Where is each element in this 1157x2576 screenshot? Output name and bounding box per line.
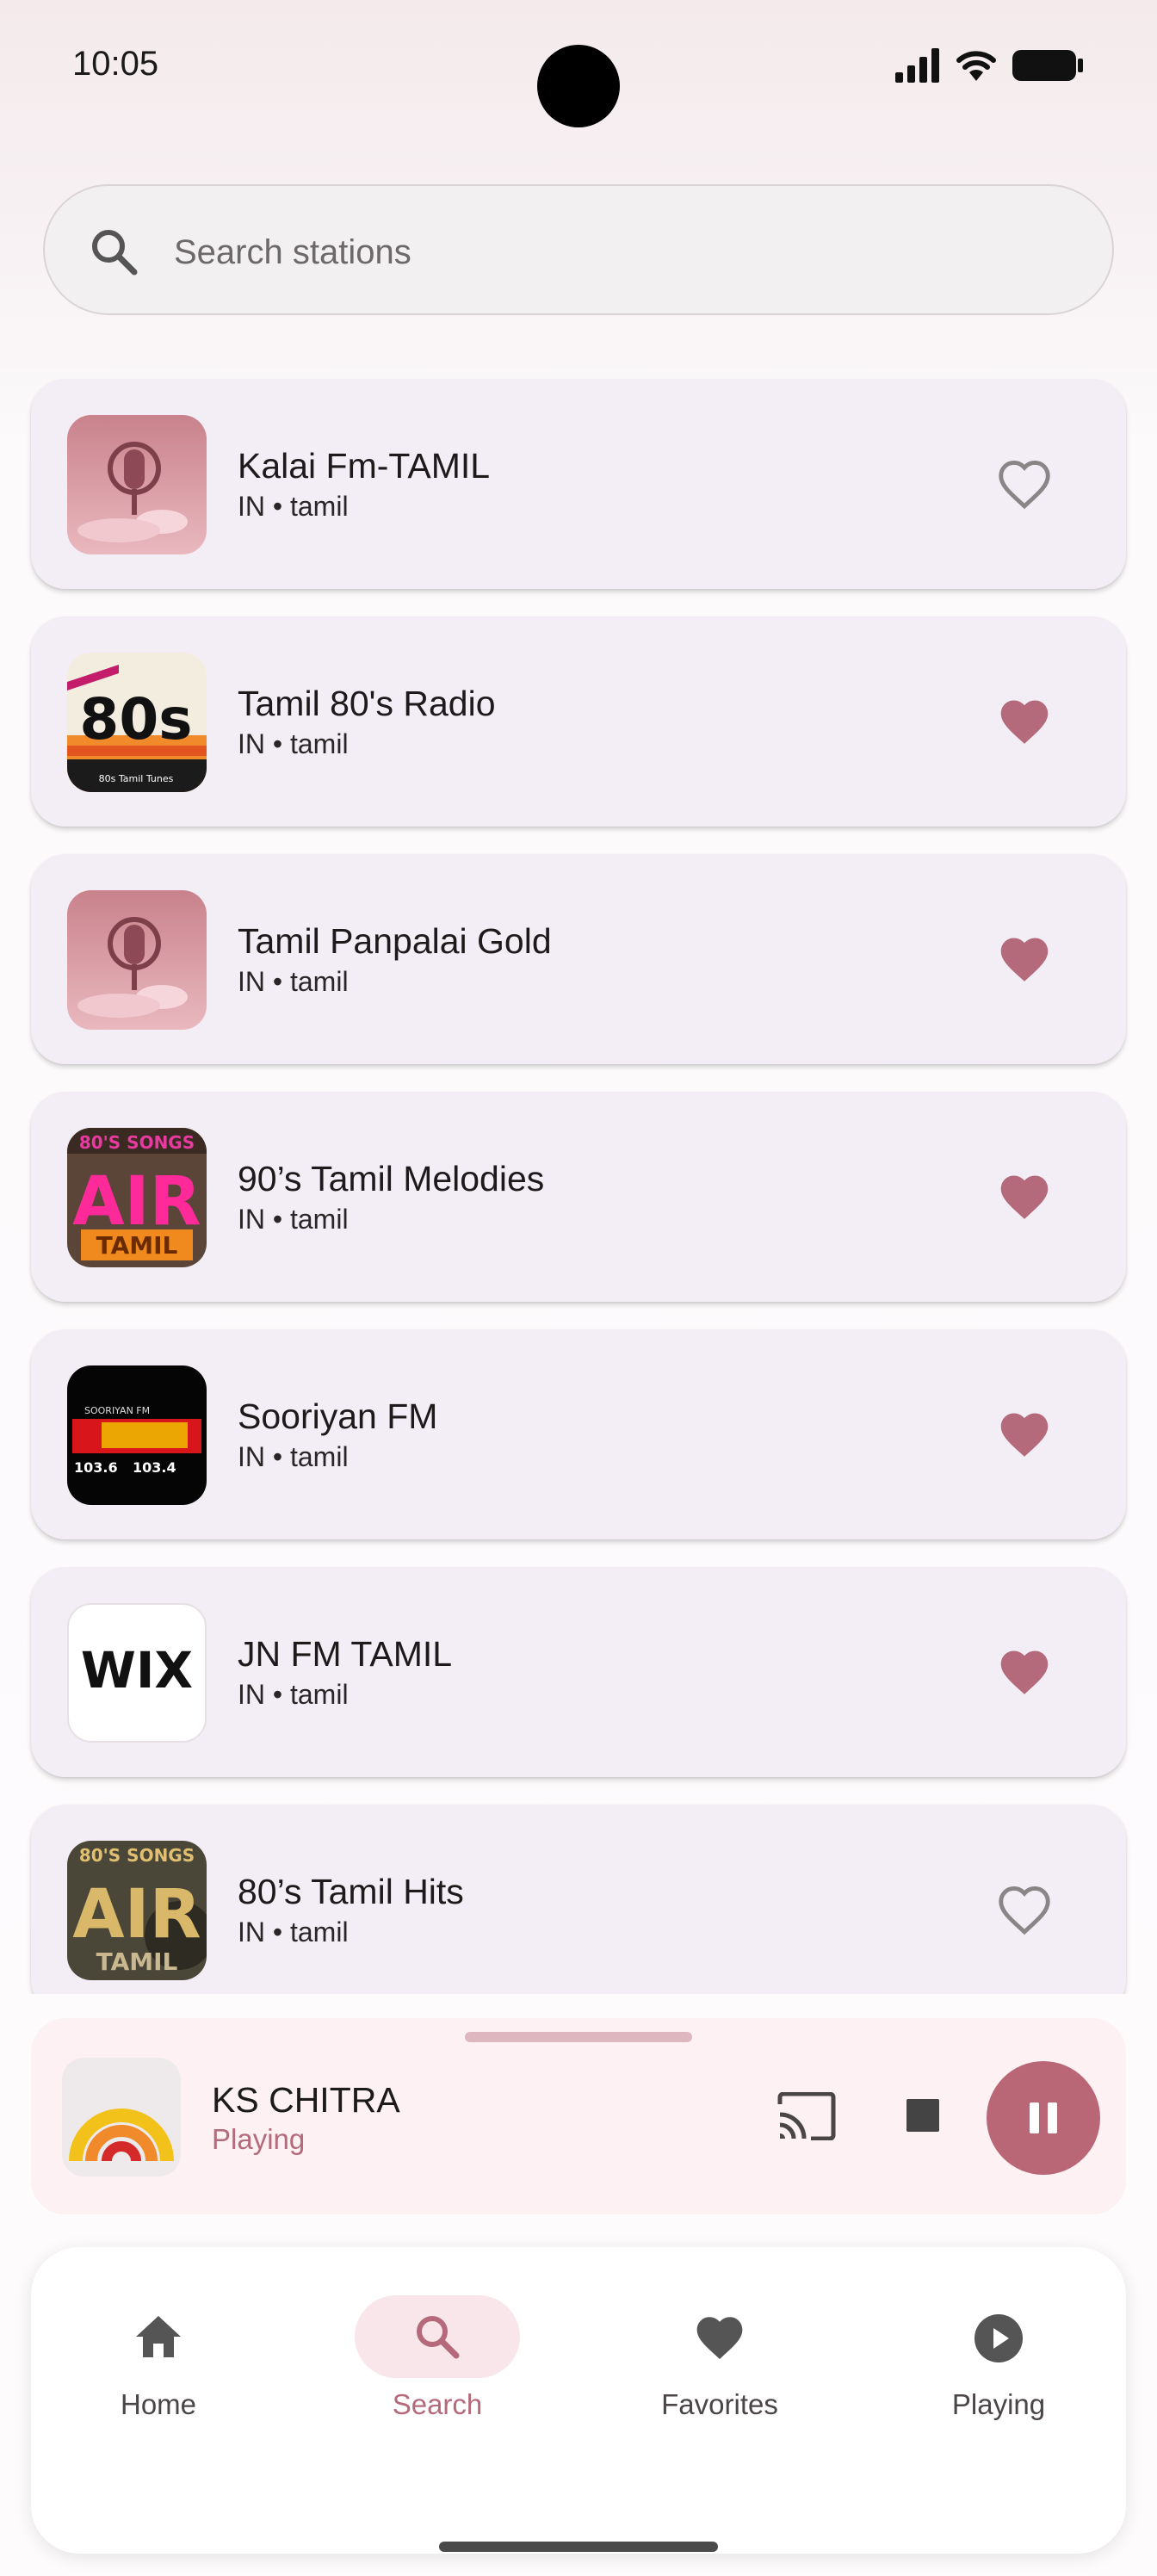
logo-top: 80'S SONGS [79, 1845, 195, 1866]
search-icon [92, 230, 138, 276]
logo-right: 103.4 [133, 1459, 176, 1476]
station-name: Sooriyan FM [238, 1396, 438, 1436]
station-card[interactable]: 80'S SONGS AIR TAMIL 80’s Tamil Hits IN … [31, 1805, 1126, 1994]
station-card[interactable]: 80s 80s Tamil Tunes Tamil 80's Radio IN … [31, 616, 1126, 827]
status-time: 10:05 [72, 45, 159, 83]
heart-filled-icon [1000, 1175, 1049, 1219]
station-meta: IN • tamil [238, 1917, 349, 1947]
favorite-button[interactable] [988, 1398, 1061, 1471]
logo-text: 80s [79, 686, 192, 752]
gesture-bar [439, 2542, 718, 2552]
nav-playing[interactable]: Playing [895, 2295, 1102, 2424]
now-playing-status: Playing [212, 2123, 306, 2155]
play-circle-icon [974, 2314, 1023, 2362]
heart-filled-icon [1000, 1650, 1049, 1694]
favorite-button[interactable] [988, 448, 1061, 520]
heart-filled-icon [1000, 700, 1049, 744]
stop-button[interactable] [906, 2099, 939, 2132]
home-icon [136, 2316, 181, 2357]
cast-icon[interactable] [776, 2092, 837, 2140]
mini-player[interactable]: KS CHITRA Playing [31, 2018, 1126, 2214]
status-icons [895, 46, 1085, 84]
search-input[interactable] [172, 220, 950, 284]
nav-label-search: Search [392, 2388, 483, 2420]
station-name: Tamil 80's Radio [238, 684, 496, 723]
now-playing-artwork [62, 2058, 181, 2177]
station-card[interactable]: Tamil Panpalai Gold IN • tamil [31, 854, 1126, 1064]
logo-main: AIR [72, 1163, 201, 1241]
logo-top: SOORIYAN FM [84, 1405, 150, 1416]
pause-icon [1030, 2102, 1057, 2133]
station-meta: IN • tamil [238, 966, 349, 997]
heart-outline-icon [999, 1886, 1050, 1935]
signal-icon [895, 48, 939, 83]
pause-button[interactable] [987, 2061, 1100, 2175]
station-card[interactable]: SOORIYAN FM 103.6 103.4 Sooriyan FM IN •… [31, 1329, 1126, 1539]
favorite-button[interactable] [988, 1636, 1061, 1708]
logo-left: 103.6 [74, 1459, 118, 1476]
station-name: JN FM TAMIL [238, 1634, 453, 1674]
station-meta: IN • tamil [238, 1679, 349, 1710]
favorite-button[interactable] [988, 1161, 1061, 1233]
station-logo [67, 890, 207, 1030]
logo-bottom: TAMIL [96, 1231, 178, 1260]
nav-label-home: Home [120, 2388, 197, 2420]
station-meta: IN • tamil [238, 728, 349, 759]
nav-home[interactable]: Home [55, 2295, 262, 2424]
nav-label-playing: Playing [951, 2388, 1046, 2420]
station-logo: WIX [67, 1603, 207, 1743]
station-card[interactable]: 80'S SONGS AIR TAMIL 90’s Tamil Melodies… [31, 1092, 1126, 1302]
station-logo [67, 415, 207, 554]
logo-bottom: TAMIL [96, 1947, 178, 1976]
bottom-navigation: Home Search Favorites Playing [31, 2247, 1126, 2554]
station-meta: IN • tamil [238, 1204, 349, 1235]
station-logo: 80'S SONGS AIR TAMIL [67, 1841, 207, 1980]
station-name: 90’s Tamil Melodies [238, 1159, 545, 1198]
nav-favorites[interactable]: Favorites [616, 2295, 823, 2424]
search-icon [417, 2316, 460, 2359]
station-logo: 80'S SONGS AIR TAMIL [67, 1128, 207, 1267]
nav-label-favorites: Favorites [661, 2388, 778, 2420]
station-logo: SOORIYAN FM 103.6 103.4 [67, 1365, 207, 1505]
heart-outline-icon [999, 460, 1050, 510]
battery-icon [1012, 50, 1083, 81]
station-logo: 80s 80s Tamil Tunes [67, 653, 207, 792]
station-card[interactable]: WIX JN FM TAMIL IN • tamil [31, 1567, 1126, 1777]
station-meta: IN • tamil [238, 1441, 349, 1472]
logo-top: 80'S SONGS [79, 1132, 195, 1153]
nav-search[interactable]: Search [334, 2295, 541, 2424]
station-list[interactable]: Kalai Fm-TAMIL IN • tamil 80s 80s Tamil … [0, 379, 1157, 1994]
station-name: 80’s Tamil Hits [238, 1872, 464, 1911]
station-name: Kalai Fm-TAMIL [238, 446, 491, 486]
favorite-button[interactable] [988, 923, 1061, 995]
heart-filled-icon [1000, 938, 1049, 981]
search-bar[interactable] [43, 184, 1114, 315]
favorite-button[interactable] [988, 685, 1061, 758]
station-name: Tamil Panpalai Gold [238, 921, 552, 961]
logo-main: AIR [72, 1876, 201, 1954]
camera-cutout [537, 45, 620, 127]
heart-filled-icon [1000, 1413, 1049, 1457]
station-card[interactable]: Kalai Fm-TAMIL IN • tamil [31, 379, 1126, 589]
drag-handle[interactable] [465, 2032, 692, 2042]
heart-icon [696, 2317, 743, 2360]
logo-text: WIX [81, 1641, 193, 1700]
now-playing-title: KS CHITRA [212, 2080, 400, 2120]
wifi-icon [956, 51, 996, 81]
favorite-button[interactable] [988, 1873, 1061, 1946]
logo-caption: 80s Tamil Tunes [99, 773, 174, 784]
station-meta: IN • tamil [238, 491, 349, 522]
